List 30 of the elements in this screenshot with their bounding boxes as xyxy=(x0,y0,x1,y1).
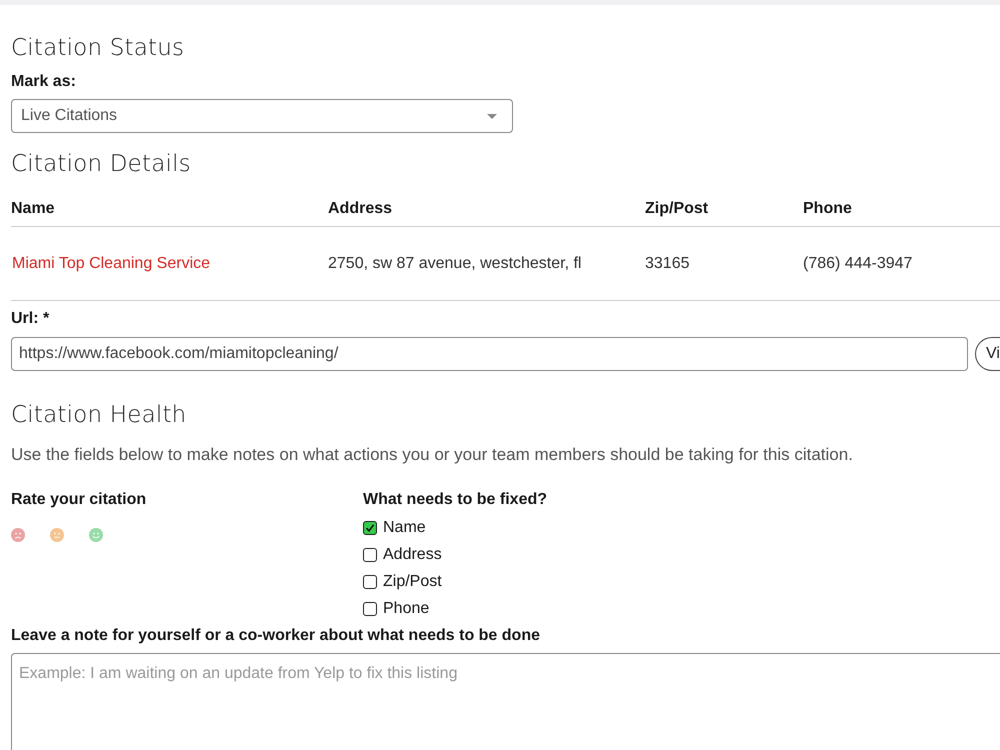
table-cell: 33165 xyxy=(645,255,690,272)
checkbox-label: Name xyxy=(383,518,426,538)
checkbox[interactable] xyxy=(363,521,377,535)
section-description: Use the fields below to make notes on what actions you or your team members should be taking for this citation. xyxy=(11,444,853,466)
status-dropdown[interactable]: Live Citations xyxy=(11,99,513,133)
section-heading: Citation Status xyxy=(11,34,184,63)
field-label: Url: * xyxy=(11,309,50,329)
field-label: Mark as: xyxy=(11,72,76,92)
checkbox[interactable] xyxy=(363,602,377,616)
section-heading: Citation Details xyxy=(11,150,191,179)
field-label: Leave a note for yourself or a co-worker about what needs to be done xyxy=(11,626,540,646)
business-name-link[interactable]: Miami Top Cleaning Service xyxy=(12,255,210,272)
field-label: Rate your citation xyxy=(11,490,146,510)
checkbox[interactable] xyxy=(363,575,377,589)
table-cell: 2750, sw 87 avenue, westchester, fl xyxy=(328,255,582,272)
table-cell: (786) 444-3947 xyxy=(803,255,912,272)
section-heading: Citation Health xyxy=(11,401,186,430)
field-label: What needs to be fixed? xyxy=(363,490,548,510)
column-header: Phone xyxy=(803,179,1000,227)
view-button[interactable]: Vi xyxy=(975,337,1000,371)
caret-icon xyxy=(487,114,497,118)
column-header: Zip/Post xyxy=(645,179,803,227)
checkbox-label: Zip/Post xyxy=(383,572,442,592)
url-field[interactable]: https://www.facebook.com/miamitopcleaning/ xyxy=(11,337,968,371)
checkbox-label: Address xyxy=(383,545,442,565)
checkbox-label: Phone xyxy=(383,599,430,619)
column-header: Address xyxy=(328,179,645,227)
checkbox[interactable] xyxy=(363,548,377,562)
column-header: Name xyxy=(11,179,328,227)
note-field[interactable]: Example: I am waiting on an update from Yelp to fix this listing xyxy=(11,653,1000,750)
